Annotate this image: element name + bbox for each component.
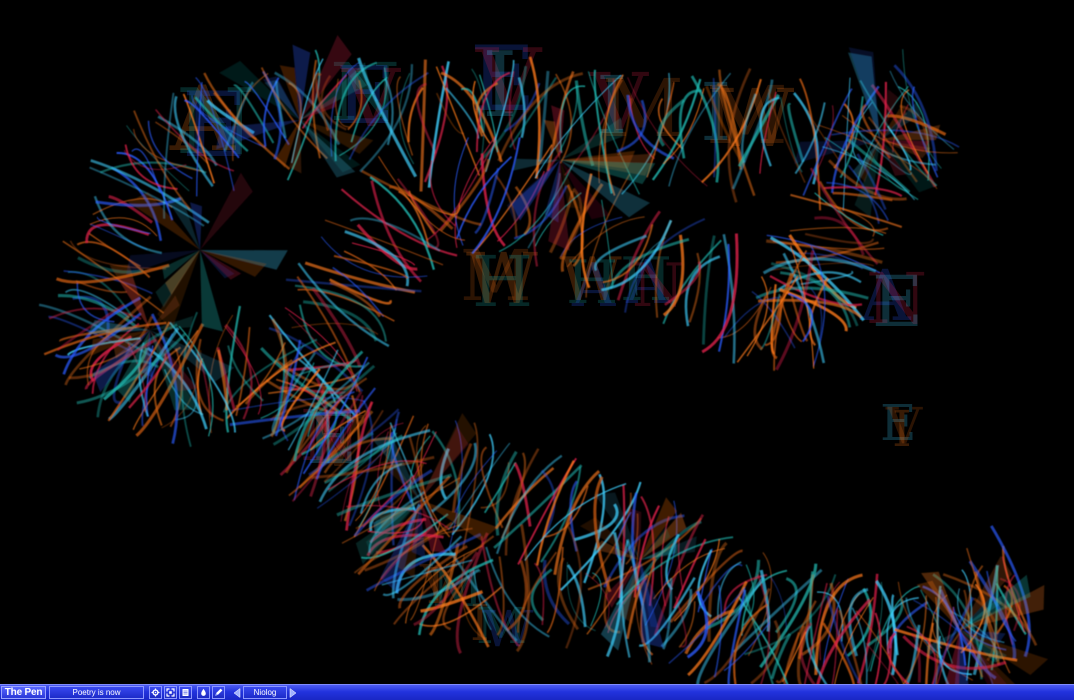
background-glyph: H xyxy=(472,241,533,323)
arrow-right-icon xyxy=(289,687,297,698)
gear-icon xyxy=(151,688,160,697)
expand-icon xyxy=(166,688,175,697)
page-icon xyxy=(182,689,189,696)
ink-drop-icon xyxy=(201,688,206,696)
fullscreen-button[interactable] xyxy=(164,686,177,699)
poem-title-field[interactable]: Poetry is now xyxy=(49,686,144,699)
app-window: ANENEVEVIVIMIMWMWHWHAHANANENEVEVIVIMIMW … xyxy=(0,0,1074,700)
settings-button[interactable] xyxy=(149,686,162,699)
nav-label[interactable]: Niolog xyxy=(243,686,287,699)
background-glyph: W xyxy=(712,72,794,165)
pen-icon xyxy=(215,688,223,696)
next-poem-button[interactable] xyxy=(288,686,298,699)
generative-art-canvas[interactable]: ANE NEV EVI VIM IMWMWH WHA HAN ANENEV EVIVIMIMW xyxy=(0,0,1074,684)
app-brand-label[interactable]: The Pen xyxy=(1,686,46,699)
previous-poem-button[interactable] xyxy=(232,686,242,699)
page-button[interactable] xyxy=(179,686,192,699)
bottom-toolbar: The Pen Poetry is now Niolog xyxy=(0,684,1074,700)
background-glyph: I xyxy=(892,400,912,458)
ink-button[interactable] xyxy=(197,686,210,699)
pen-button[interactable] xyxy=(212,686,225,699)
arrow-left-icon xyxy=(233,687,241,698)
